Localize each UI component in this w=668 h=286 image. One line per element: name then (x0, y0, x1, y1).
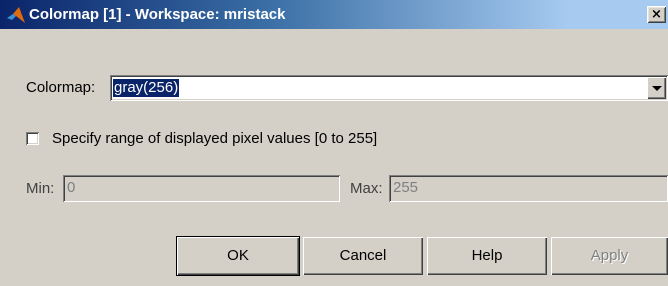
title-bar[interactable]: Colormap [1] - Workspace: mristack × (0, 0, 668, 29)
apply-button[interactable]: Apply (551, 237, 668, 275)
window-title: Colormap [1] - Workspace: mristack (29, 6, 286, 23)
colormap-label: Colormap: (26, 79, 96, 96)
close-button[interactable]: × (647, 6, 666, 23)
chevron-down-icon[interactable] (647, 77, 666, 99)
min-value: 0 (67, 179, 76, 196)
help-button[interactable]: Help (427, 237, 547, 275)
colormap-selected-value: gray(256) (113, 79, 180, 97)
cancel-button[interactable]: Cancel (303, 237, 423, 275)
matlab-icon (7, 7, 25, 23)
range-checkbox-label[interactable]: Specify range of displayed pixel values … (52, 130, 377, 148)
min-label: Min: (26, 180, 55, 197)
max-input[interactable]: 255 (389, 175, 668, 202)
colormap-dialog: Colormap [1] - Workspace: mristack × Col… (0, 0, 668, 286)
max-value: 255 (393, 179, 419, 196)
max-label: Max: (350, 180, 383, 197)
colormap-select[interactable]: gray(256) (110, 75, 668, 101)
close-icon: × (651, 7, 662, 22)
ok-button[interactable]: OK (177, 237, 299, 275)
range-checkbox[interactable] (26, 132, 39, 145)
min-input[interactable]: 0 (63, 175, 340, 202)
